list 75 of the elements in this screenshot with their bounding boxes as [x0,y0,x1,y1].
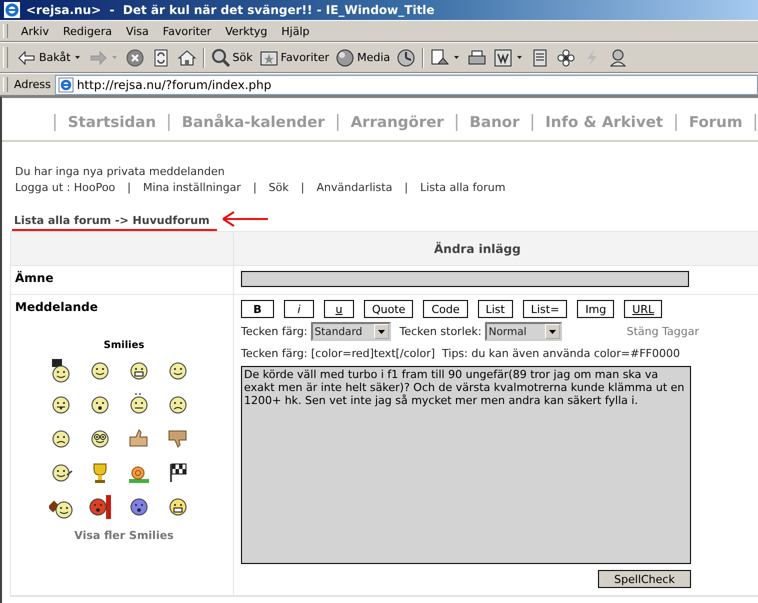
nav-separator: | [673,112,679,132]
spellcheck-button[interactable]: SpellCheck [598,570,691,588]
stop-icon [124,48,145,68]
format-tag-button[interactable]: B [241,300,274,318]
annotation-arrow-icon [221,210,269,228]
breadcrumb-link[interactable]: Lista alla forum -> Huvudforum [12,214,217,227]
address-label: Adress [14,78,52,91]
form-title: Ändra inlägg [433,242,522,256]
menu-item[interactable]: Favoriter [156,24,218,38]
dropdown-caret-icon[interactable] [517,56,522,59]
message-label: Meddelande [15,299,99,316]
nav-separator: | [52,112,58,132]
toolbar-label: Bakåt [39,51,71,64]
page-icon [58,76,74,92]
subject-field[interactable] [241,271,689,287]
user-link[interactable]: Användarlista [316,181,392,194]
font-size-select[interactable]: Normal [484,322,562,341]
nav-separator: | [529,112,536,132]
nav-separator: | [454,112,460,132]
menu-item[interactable]: Visa [118,24,156,38]
link-separator: | [300,181,304,194]
link-separator: | [127,181,132,194]
menu-item[interactable]: Arkiv [14,24,56,38]
home-icon [176,48,197,68]
toolbar-label: Favoriter [280,51,330,64]
favorites-button[interactable]: Favoriter [256,48,332,68]
back-button[interactable]: Bakåt [14,48,74,68]
search-button[interactable]: Sök [208,48,256,68]
menu-item[interactable]: Verktyg [218,24,274,38]
search-icon [210,48,231,68]
private-message-notice: Du har inga nya privata meddelanden [15,165,226,178]
user-link[interactable]: Lista alla forum [420,181,506,194]
link-separator: | [252,181,257,194]
font-color-select[interactable]: Standard [310,322,391,341]
dropdown-caret-icon[interactable] [74,56,80,59]
nav-separator: | [166,112,172,132]
nav-separator: | [752,112,758,132]
more-smilies-link[interactable]: Visa fler Smilies [15,529,233,542]
menu-item[interactable]: Redigera [56,24,119,38]
format-tag-button[interactable]: i [284,300,314,318]
menu-item[interactable]: Hjälp [274,24,316,38]
nav-separator: | [334,112,341,132]
user-link[interactable]: Logga ut : HooPoo [15,181,116,194]
link-separator: | [404,181,408,194]
format-tag-button[interactable]: List= [522,300,568,318]
address-field[interactable]: http://rejsa.nu/?forum/index.php [54,74,758,94]
mail-icon [430,48,450,68]
toolbar-label: Media [357,51,390,64]
user-link[interactable]: Mina inställningar [143,181,241,194]
flower-icon [556,48,576,68]
format-tag-button[interactable]: Quote [364,300,414,318]
format-tag-button[interactable]: List [478,300,513,318]
url-text: http://rejsa.nu/?forum/index.php [76,78,272,92]
font-size-label: Tecken storlek: [400,325,482,338]
format-tag-button[interactable]: Code [423,300,468,318]
smilies-title: Smilies [102,340,146,351]
media-icon [335,48,356,68]
subject-label: Ämne [11,266,234,294]
edit-icon [493,48,514,68]
person-icon [608,48,628,68]
window-title: <rejsa.nu> - Det är kul när det svänger!! - IE_Window_Title [26,3,435,17]
toolbar-label: Sök [232,51,253,64]
print-icon [467,48,488,68]
face-by-wall-icon[interactable] [88,495,112,519]
format-tag-button[interactable]: Img [577,300,614,318]
font-color-label: Tecken färg: [241,325,308,338]
formatting-hint: Tecken färg: [color=red]text[/color] Tips: du kan även använda color=#FF0000 [241,347,682,360]
history-icon [396,48,416,68]
dropdown-caret-icon[interactable] [454,56,460,59]
user-link[interactable]: Sök [268,181,289,194]
message-textarea[interactable]: De körde väll med turbo i f1 fram till 90 ungefär(89 tror jag om man ska va exakt men är inte helt säker)? Och de värsta kvalmotrerna kunde klämma ut en 1200+ hk. Sen vet inte jag så mycket mer men andra kan säkert fylla i. [241,366,691,564]
media-button[interactable]: Media [332,48,394,68]
format-tag-button[interactable]: URL [624,300,662,318]
format-tag-button[interactable]: u [324,300,354,318]
close-tags-link[interactable]: Stäng Taggar [626,325,699,338]
